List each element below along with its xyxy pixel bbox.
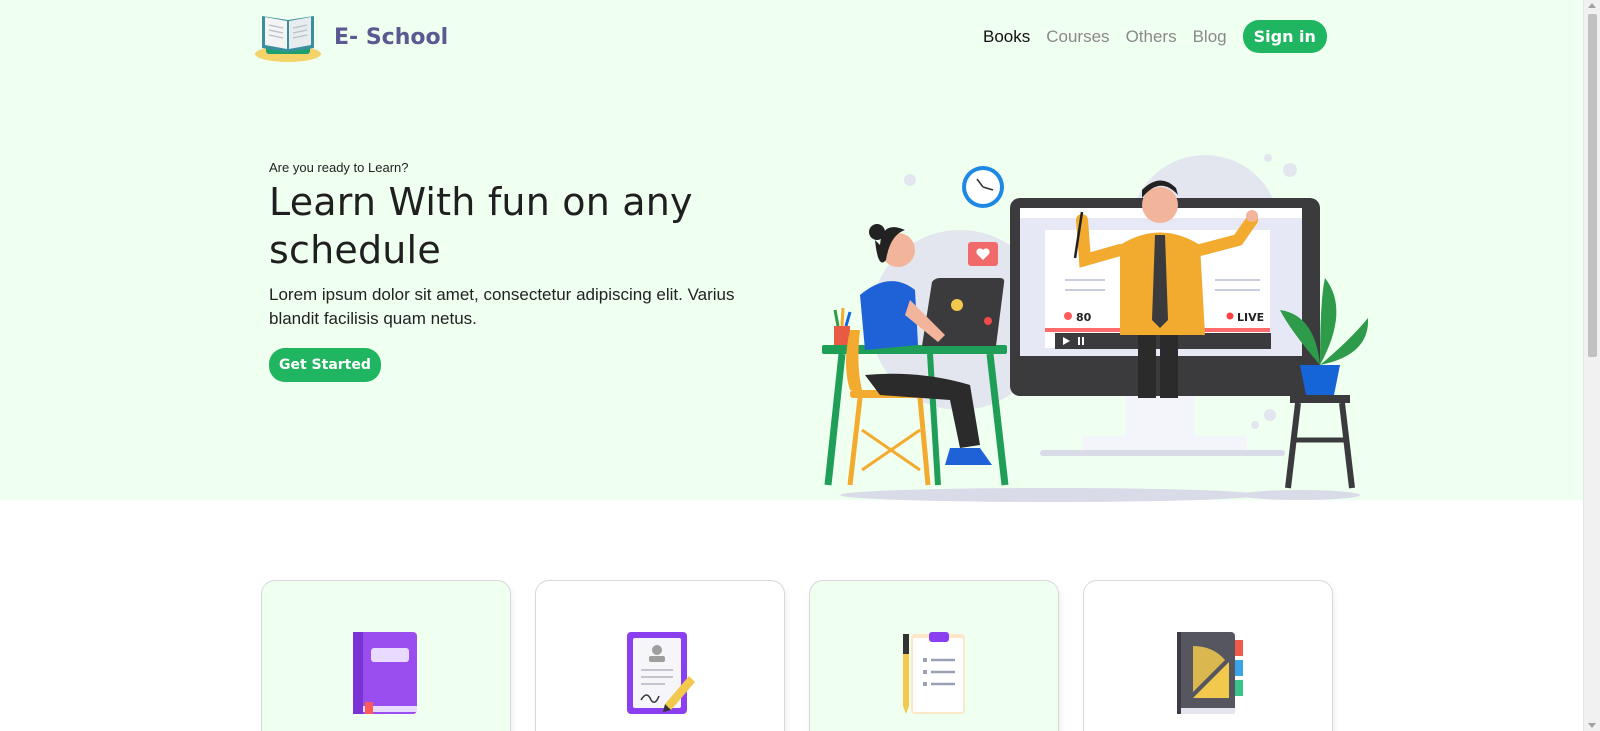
- live-label: LIVE: [1237, 311, 1264, 324]
- sign-in-button[interactable]: Sign in: [1242, 20, 1327, 53]
- feature-cards: [261, 580, 1357, 731]
- open-book-icon: [255, 16, 321, 62]
- clock-icon: [962, 166, 1004, 208]
- viewer-count: 80: [1076, 311, 1092, 324]
- nav-item-others[interactable]: Others: [1126, 27, 1177, 47]
- heart-bubble-icon: [968, 242, 998, 266]
- online-class-illustration: 80 LIVE: [822, 154, 1369, 502]
- nav-item-courses[interactable]: Courses: [1046, 27, 1109, 47]
- hero-lead: Lorem ipsum dolor sit amet, consectetur …: [269, 285, 735, 328]
- scroll-down-arrow-icon[interactable]: [1588, 723, 1596, 728]
- page-scrollbar[interactable]: [1583, 0, 1600, 731]
- purple-book-icon: [353, 632, 417, 714]
- feature-card[interactable]: [1083, 580, 1333, 731]
- brand-name: E- School: [334, 24, 449, 50]
- scrollbar-thumb[interactable]: [1588, 14, 1597, 357]
- hero-eyebrow: Are you ready to Learn?: [269, 160, 409, 175]
- clipboard-pen-icon: [903, 632, 965, 714]
- main-nav: Books Courses Others Blog Sign in: [983, 20, 1327, 53]
- signed-document-icon: [627, 632, 695, 714]
- nav-item-books[interactable]: Books: [983, 27, 1030, 47]
- geometry-notebook-icon: [1177, 632, 1243, 714]
- nav-item-blog[interactable]: Blog: [1193, 27, 1227, 47]
- hero-headline: Learn With fun on any schedule: [269, 180, 693, 272]
- scroll-up-arrow-icon[interactable]: [1588, 3, 1596, 8]
- feature-card[interactable]: [535, 580, 785, 731]
- feature-card[interactable]: [261, 580, 511, 731]
- brand-logo[interactable]: E- School: [252, 10, 448, 64]
- get-started-button[interactable]: Get Started: [269, 348, 381, 382]
- feature-card[interactable]: [809, 580, 1059, 731]
